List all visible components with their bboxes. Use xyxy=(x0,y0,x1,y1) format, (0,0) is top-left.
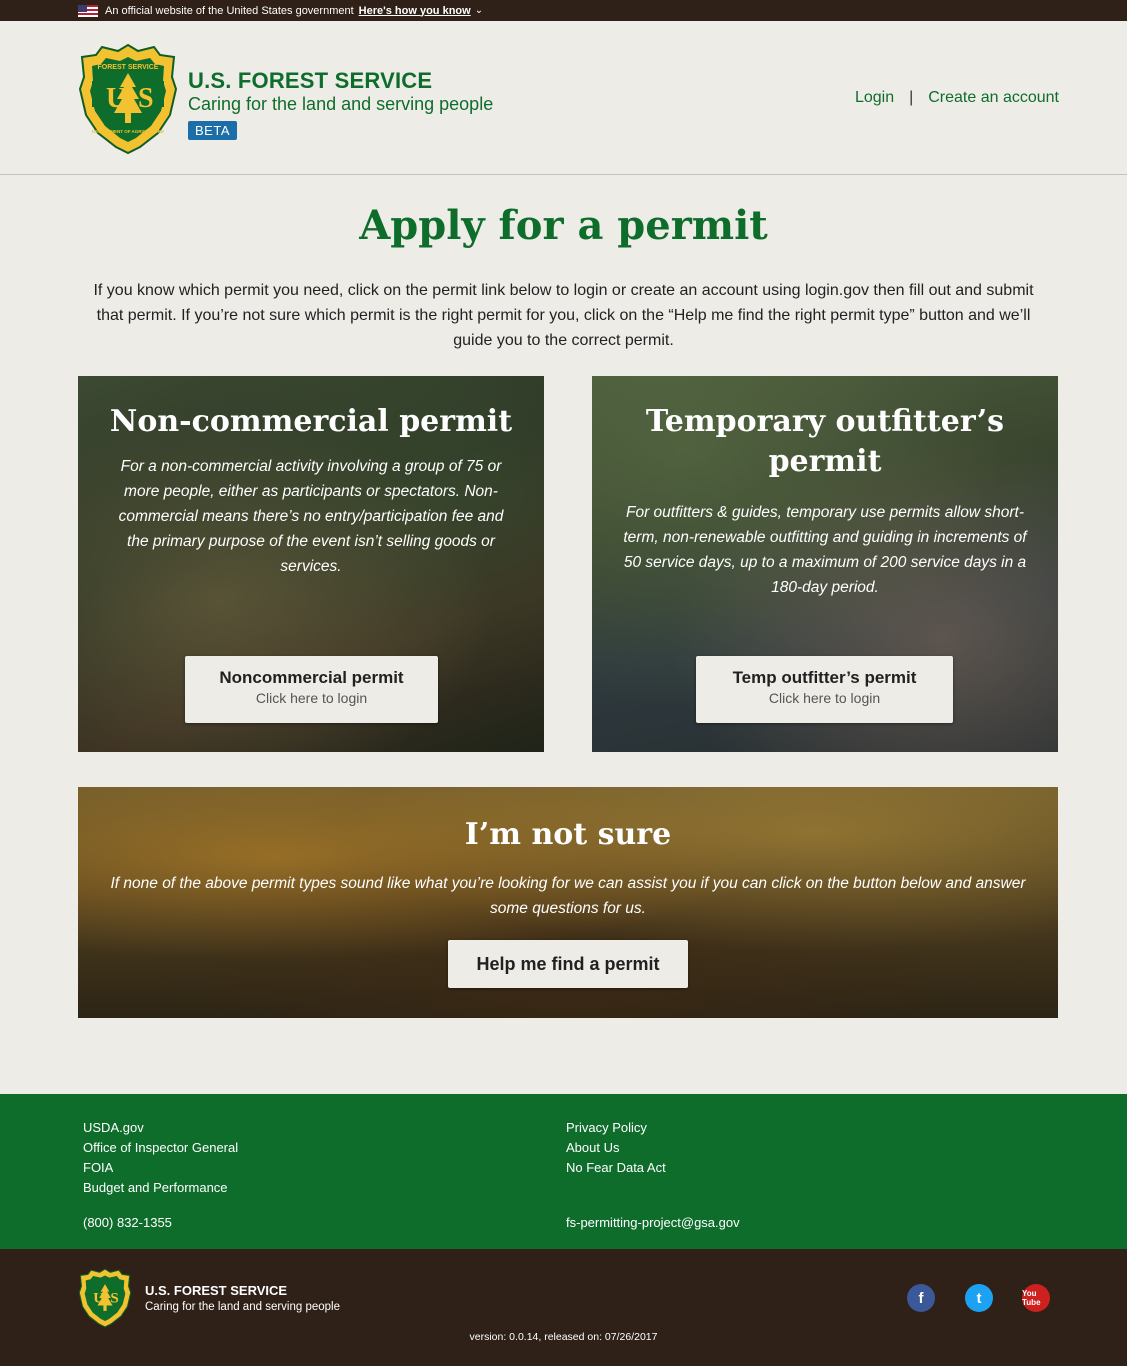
footer-left-column: USDA.gov Office of Inspector General FOI… xyxy=(83,1118,238,1198)
footer-tagline: Caring for the land and serving people xyxy=(145,1301,340,1313)
footer-link-privacy[interactable]: Privacy Policy xyxy=(566,1118,666,1138)
page-title: Apply for a permit xyxy=(359,202,768,249)
outfitter-button-label: Temp outfitter’s permit xyxy=(732,668,917,687)
gov-banner-text: An official website of the United States… xyxy=(105,4,354,17)
noncommercial-description: For a non-commercial activity involving … xyxy=(118,458,504,575)
auth-separator: | xyxy=(909,89,914,106)
facebook-icon[interactable]: f xyxy=(907,1284,935,1312)
footer-link-oig[interactable]: Office of Inspector General xyxy=(83,1138,238,1158)
outfitter-description: For outfitters & guides, temporary use p… xyxy=(623,504,1027,596)
footer-link-usda[interactable]: USDA.gov xyxy=(83,1118,238,1138)
temp-outfitter-permit-button[interactable]: Temp outfitter’s permit Click here to lo… xyxy=(696,656,953,723)
footer-phone[interactable]: (800) 832-1355 xyxy=(83,1213,172,1233)
login-link[interactable]: Login xyxy=(855,89,894,107)
footer-link-about[interactable]: About Us xyxy=(566,1138,666,1158)
auth-links: Login | Create an account xyxy=(855,89,1059,107)
svg-text:S: S xyxy=(138,83,154,114)
heres-how-you-know-link[interactable]: Here's how you know xyxy=(359,5,471,17)
us-flag-icon xyxy=(78,4,98,17)
logo-text-bottom: DEPARTMENT OF AGRICULTURE xyxy=(92,129,164,134)
noncommercial-button-sublabel: Click here to login xyxy=(255,690,368,706)
site-tagline: Caring for the land and serving people xyxy=(188,94,494,114)
version-text: version: 0.0.14, released on: 07/26/2017 xyxy=(469,1331,658,1343)
create-account-link[interactable]: Create an account xyxy=(928,89,1059,107)
chevron-down-icon[interactable]: ⌄ xyxy=(475,5,483,16)
beta-badge: BETA xyxy=(188,121,237,140)
footer-bottom: U S U.S. FOREST SERVICE Caring for the l… xyxy=(0,1249,1127,1366)
not-sure-card: I’m not sure If none of the above permit… xyxy=(78,787,1058,1018)
site-title[interactable]: U.S. FOREST SERVICE xyxy=(188,68,432,94)
noncommercial-permit-card: Non-commercial permit For a non-commerci… xyxy=(78,376,544,752)
logo-text-top: FOREST SERVICE xyxy=(98,64,159,71)
noncommercial-heading: Non-commercial permit xyxy=(109,404,513,439)
intro-text: If you know which permit you need, click… xyxy=(93,282,1034,349)
outfitter-button-sublabel: Click here to login xyxy=(768,690,881,706)
not-sure-description: If none of the above permit types sound … xyxy=(110,875,1026,917)
help-me-find-permit-button[interactable]: Help me find a permit xyxy=(448,940,688,988)
outfitter-heading: Temporary outfitter’s permit xyxy=(645,404,1005,479)
footer-right-column: Privacy Policy About Us No Fear Data Act xyxy=(566,1118,666,1178)
noncommercial-permit-button[interactable]: Noncommercial permit Click here to login xyxy=(185,656,438,723)
footer-link-no-fear[interactable]: No Fear Data Act xyxy=(566,1158,666,1178)
site-header: U S FOREST SERVICE DEPARTMENT OF AGRICUL… xyxy=(0,21,1127,175)
outfitter-permit-card: Temporary outfitter’s permit For outfitt… xyxy=(592,376,1058,752)
not-sure-heading: I’m not sure xyxy=(464,817,672,852)
footer-email[interactable]: fs-permitting-project@gsa.gov xyxy=(566,1213,740,1233)
footer-link-foia[interactable]: FOIA xyxy=(83,1158,238,1178)
gov-banner: An official website of the United States… xyxy=(0,0,1127,21)
svg-text:S: S xyxy=(110,1290,118,1306)
youtube-icon[interactable]: You Tube xyxy=(1022,1284,1050,1312)
footer-link-budget[interactable]: Budget and Performance xyxy=(83,1178,238,1198)
footer-shield-icon: U S xyxy=(78,1268,132,1328)
twitter-icon[interactable]: t xyxy=(965,1284,993,1312)
noncommercial-button-label: Noncommercial permit xyxy=(219,668,404,687)
footer-title: U.S. FOREST SERVICE xyxy=(145,1283,288,1298)
footer-links: USDA.gov Office of Inspector General FOI… xyxy=(0,1094,1127,1249)
forest-service-shield-icon[interactable]: U S FOREST SERVICE DEPARTMENT OF AGRICUL… xyxy=(78,43,178,155)
